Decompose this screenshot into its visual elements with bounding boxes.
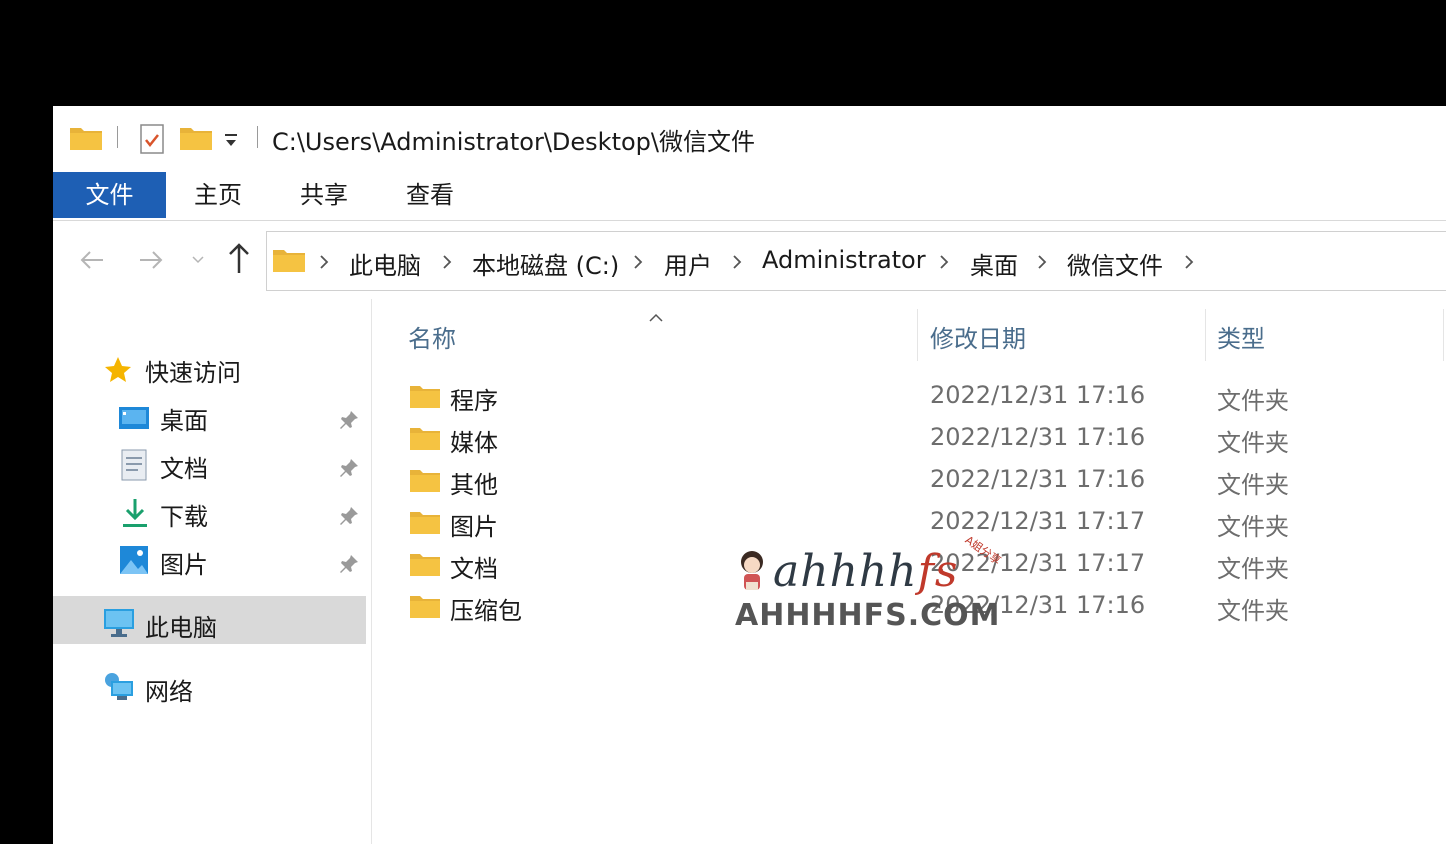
sidebar-item-network[interactable]: 网络	[103, 668, 363, 708]
column-divider[interactable]	[917, 309, 918, 361]
tab-view[interactable]: 查看	[393, 172, 467, 218]
watermark-script-text: ahhhhfs	[773, 546, 958, 597]
pictures-icon	[120, 546, 148, 574]
computer-icon	[104, 609, 134, 637]
navigation-pane: 快速访问 桌面 文档 下载 图片 此电脑 网络	[53, 299, 372, 844]
folder-icon	[410, 386, 440, 408]
title-bar: C:\Users\Administrator\Desktop\微信文件	[53, 106, 1446, 168]
network-icon	[105, 673, 133, 700]
tab-home[interactable]: 主页	[181, 172, 255, 218]
file-name: 压缩包	[450, 597, 522, 625]
chevron-right-icon[interactable]	[318, 254, 330, 270]
column-header-type[interactable]: 类型	[1217, 319, 1265, 354]
girl-mascot-icon	[741, 551, 763, 590]
chevron-right-icon[interactable]	[441, 254, 453, 270]
pin-icon[interactable]	[338, 457, 360, 479]
sort-ascending-icon	[649, 313, 663, 322]
file-date: 2022/12/31 17:16	[930, 381, 1146, 409]
breadcrumb-users[interactable]: 用户	[664, 246, 712, 281]
folder-icon	[410, 428, 440, 450]
sidebar-item-this-pc[interactable]: 此电脑	[103, 604, 363, 644]
folder-icon	[410, 554, 440, 576]
pin-icon[interactable]	[338, 553, 360, 575]
sidebar-item-label: 文档	[160, 455, 208, 483]
chevron-right-icon[interactable]	[731, 254, 743, 270]
tab-file[interactable]: 文件	[53, 172, 166, 218]
properties-icon[interactable]	[139, 124, 165, 154]
download-icon	[123, 499, 147, 527]
back-arrow-icon[interactable]	[77, 245, 107, 275]
watermark-domain: AHHHHFS.COM	[735, 598, 1001, 633]
breadcrumb-this-pc[interactable]: 此电脑	[349, 246, 421, 281]
file-type: 文件夹	[1217, 429, 1289, 457]
folder-icon	[410, 512, 440, 534]
pin-icon[interactable]	[338, 505, 360, 527]
table-row[interactable]: 媒体 2022/12/31 17:16 文件夹	[371, 419, 1446, 461]
desktop-icon	[119, 407, 149, 429]
star-icon	[105, 357, 131, 382]
ribbon-tabs: 文件 主页 共享 查看	[53, 168, 1446, 221]
watermark-script-main: ahhhh	[773, 546, 918, 597]
pin-icon[interactable]	[338, 409, 360, 431]
folder-icon	[273, 250, 305, 272]
file-date: 2022/12/31 17:16	[930, 423, 1146, 451]
table-row[interactable]: 其他 2022/12/31 17:16 文件夹	[371, 461, 1446, 503]
documents-icon	[121, 449, 147, 481]
forward-arrow-icon[interactable]	[136, 245, 166, 275]
sidebar-item-downloads[interactable]: 下载	[118, 493, 368, 533]
file-name: 图片	[450, 513, 498, 541]
file-name: 媒体	[450, 429, 498, 457]
sidebar-item-label: 下载	[160, 503, 208, 531]
sidebar-item-label: 此电脑	[145, 614, 217, 642]
window-title-path: C:\Users\Administrator\Desktop\微信文件	[272, 128, 755, 156]
file-type: 文件夹	[1217, 513, 1289, 541]
up-arrow-icon[interactable]	[224, 241, 254, 275]
chevron-right-icon[interactable]	[938, 254, 950, 270]
file-name: 文档	[450, 555, 498, 583]
address-bar[interactable]: 此电脑 本地磁盘 (C:) 用户 Administrator 桌面 微信文件	[266, 231, 1446, 291]
watermark: ahhhhfs A姐分享 AHHHHFS.COM	[735, 533, 1065, 646]
breadcrumb-local-disk[interactable]: 本地磁盘 (C:)	[472, 246, 619, 281]
breadcrumb-desktop[interactable]: 桌面	[970, 246, 1018, 281]
column-divider[interactable]	[1443, 309, 1444, 361]
sidebar-item-quick-access[interactable]: 快速访问	[103, 349, 363, 389]
toolbar-separator	[257, 126, 258, 148]
sidebar-item-label: 桌面	[160, 407, 208, 435]
customize-toolbar-icon[interactable]	[223, 132, 239, 148]
navigation-bar: 此电脑 本地磁盘 (C:) 用户 Administrator 桌面 微信文件	[53, 221, 1446, 299]
sidebar-item-desktop[interactable]: 桌面	[118, 397, 368, 437]
folder-icon[interactable]	[69, 124, 103, 152]
explorer-window: C:\Users\Administrator\Desktop\微信文件 文件 主…	[53, 106, 1446, 844]
chevron-right-icon[interactable]	[1183, 254, 1195, 270]
column-divider[interactable]	[1205, 309, 1206, 361]
sidebar-item-label: 图片	[160, 551, 208, 579]
sidebar-item-label: 网络	[145, 678, 193, 706]
column-header-modified[interactable]: 修改日期	[930, 319, 1026, 354]
folder-icon	[410, 470, 440, 492]
file-type: 文件夹	[1217, 555, 1289, 583]
watermark-script-end: fs	[917, 546, 959, 597]
folder-icon	[410, 596, 440, 618]
file-type: 文件夹	[1217, 597, 1289, 625]
column-header-name[interactable]: 名称	[408, 319, 456, 354]
breadcrumb-wechat-files[interactable]: 微信文件	[1067, 246, 1163, 281]
file-type: 文件夹	[1217, 471, 1289, 499]
sidebar-item-documents[interactable]: 文档	[118, 445, 368, 485]
tab-share[interactable]: 共享	[287, 172, 361, 218]
chevron-right-icon[interactable]	[1036, 254, 1048, 270]
table-row[interactable]: 图片 2022/12/31 17:17 文件夹	[371, 503, 1446, 545]
sidebar-item-label: 快速访问	[145, 359, 241, 387]
file-name: 其他	[450, 471, 498, 499]
file-date: 2022/12/31 17:17	[930, 507, 1146, 535]
recent-locations-chevron-icon[interactable]	[191, 254, 205, 266]
file-type: 文件夹	[1217, 387, 1289, 415]
toolbar-separator	[117, 126, 118, 148]
table-row[interactable]: 程序 2022/12/31 17:16 文件夹	[371, 377, 1446, 419]
file-date: 2022/12/31 17:16	[930, 465, 1146, 493]
chevron-right-icon[interactable]	[632, 254, 644, 270]
sidebar-item-pictures[interactable]: 图片	[118, 541, 368, 581]
breadcrumb-administrator[interactable]: Administrator	[762, 246, 926, 274]
new-folder-icon[interactable]	[179, 124, 213, 152]
file-name: 程序	[450, 387, 498, 415]
